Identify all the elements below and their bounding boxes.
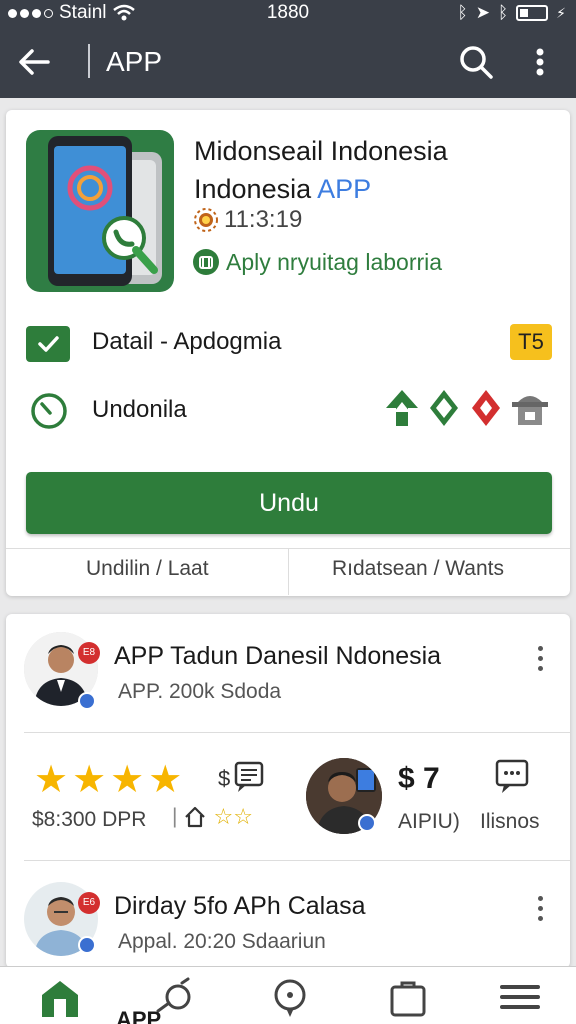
- download-button[interactable]: Undu: [26, 472, 552, 534]
- star-icon: ★: [72, 759, 107, 801]
- app-name-accent: APP: [317, 174, 372, 204]
- notification-badge: E8: [78, 642, 100, 664]
- message-icon[interactable]: $: [218, 760, 266, 796]
- dpr-text: $8:300 DPR: [32, 808, 147, 831]
- svg-text:$: $: [218, 766, 230, 791]
- meta-apply-row: Aply nryuitag laborria: [192, 248, 442, 276]
- location-icon: ➤: [475, 3, 490, 22]
- home-icon: [185, 806, 206, 828]
- rating-badge: T5: [510, 324, 552, 360]
- clock-icon: [31, 393, 67, 429]
- price-value: $ 7: [398, 762, 440, 795]
- shield-icon: [193, 249, 219, 275]
- star-icon: ★: [34, 759, 69, 801]
- app-bar-divider: [88, 44, 90, 78]
- sun-icon: [194, 208, 218, 232]
- bottom-nav: APP: [0, 966, 576, 1024]
- status-right: ᛒ ➤ ᛒ ⚡: [458, 3, 567, 23]
- list-card: E8 APP Tadun Danesil Ndonesia APP. 200k …: [6, 614, 570, 968]
- tab-update-latest[interactable]: Undilin / Laat: [86, 557, 209, 581]
- list-item-title: APP Tadun Danesil Ndonesia: [114, 642, 442, 670]
- meta-time: 11:3:19: [224, 206, 303, 233]
- tab-divider: [288, 549, 289, 595]
- star-icon: ★: [148, 759, 183, 801]
- app-bar: APP: [0, 26, 576, 98]
- more-vert-icon[interactable]: [528, 44, 552, 80]
- battery-icon: [516, 5, 549, 21]
- price-label: AIPIU): [398, 810, 460, 833]
- app-icon: [26, 130, 174, 292]
- app-detail-card: Midonseail Indonesia Indonesia APP 11:3:…: [6, 110, 570, 596]
- check-icon: [38, 336, 59, 352]
- detail-label: Datail - Apdogmia: [92, 328, 282, 355]
- menu-nav-icon[interactable]: [498, 977, 542, 1017]
- verified-icon: [78, 936, 96, 954]
- bluetooth-icon: ᛒ: [457, 3, 468, 22]
- verified-icon: [358, 814, 376, 832]
- home-nav-icon[interactable]: [38, 977, 82, 1017]
- list-item-subtitle: Appal. 20:20 Sdaariun: [118, 930, 326, 953]
- green-arrow-icon: [384, 388, 420, 428]
- item-more-icon[interactable]: [534, 646, 546, 676]
- green-diamond-icon: [426, 388, 462, 428]
- nav-label: APP: [116, 1007, 162, 1024]
- chat-label: Ilisnos: [480, 810, 540, 833]
- app-bar-title: APP: [106, 46, 163, 77]
- hat-icon: [510, 388, 548, 428]
- status-bar: Stainl 1880 ᛒ ➤ ᛒ ⚡: [0, 0, 576, 26]
- list-item-subtitle: APP. 200k Sdoda: [118, 680, 282, 703]
- bag-nav-icon[interactable]: [386, 977, 430, 1017]
- divider: [24, 860, 570, 861]
- dpr-icons: | ☆☆: [172, 804, 253, 829]
- undo-label: Undonila: [92, 396, 187, 423]
- chat-nav-icon[interactable]: [268, 977, 312, 1017]
- chat-icon[interactable]: [494, 758, 530, 796]
- rank-icons: [384, 388, 548, 428]
- app-name-line1: Midonseail Indonesia: [194, 136, 448, 166]
- app-name-line2: Indonesia APP: [194, 170, 448, 208]
- back-arrow-icon[interactable]: [14, 42, 54, 82]
- divider: [24, 732, 570, 733]
- star-icon: ★: [110, 759, 145, 801]
- detail-checkbox[interactable]: [26, 326, 70, 362]
- red-diamond-icon: [468, 388, 504, 428]
- app-name: Midonseail Indonesia Indonesia APP: [194, 132, 448, 208]
- meta-time-row: 11:3:19: [194, 206, 302, 234]
- list-item-title: Dirday 5fo APh Calasa: [114, 892, 366, 920]
- search-icon[interactable]: [456, 42, 496, 82]
- app-name-line2-prefix: Indonesia: [194, 174, 318, 204]
- notification-badge: E6: [78, 892, 100, 914]
- charging-icon: ⚡: [556, 4, 566, 21]
- bluetooth-icon-2: ᛒ: [497, 3, 509, 22]
- item-more-icon[interactable]: [534, 896, 546, 926]
- rating-stars: ★ ★ ★ ★: [34, 760, 182, 800]
- card-tab-row: Undilin / Laat Rıdatsean / Wants: [6, 548, 570, 595]
- tab-related-wants[interactable]: Rıdatsean / Wants: [332, 557, 504, 581]
- star-outline-icon: ☆☆: [213, 804, 253, 829]
- meta-apply: Aply nryuitag laborria: [226, 248, 443, 275]
- verified-icon: [78, 692, 96, 710]
